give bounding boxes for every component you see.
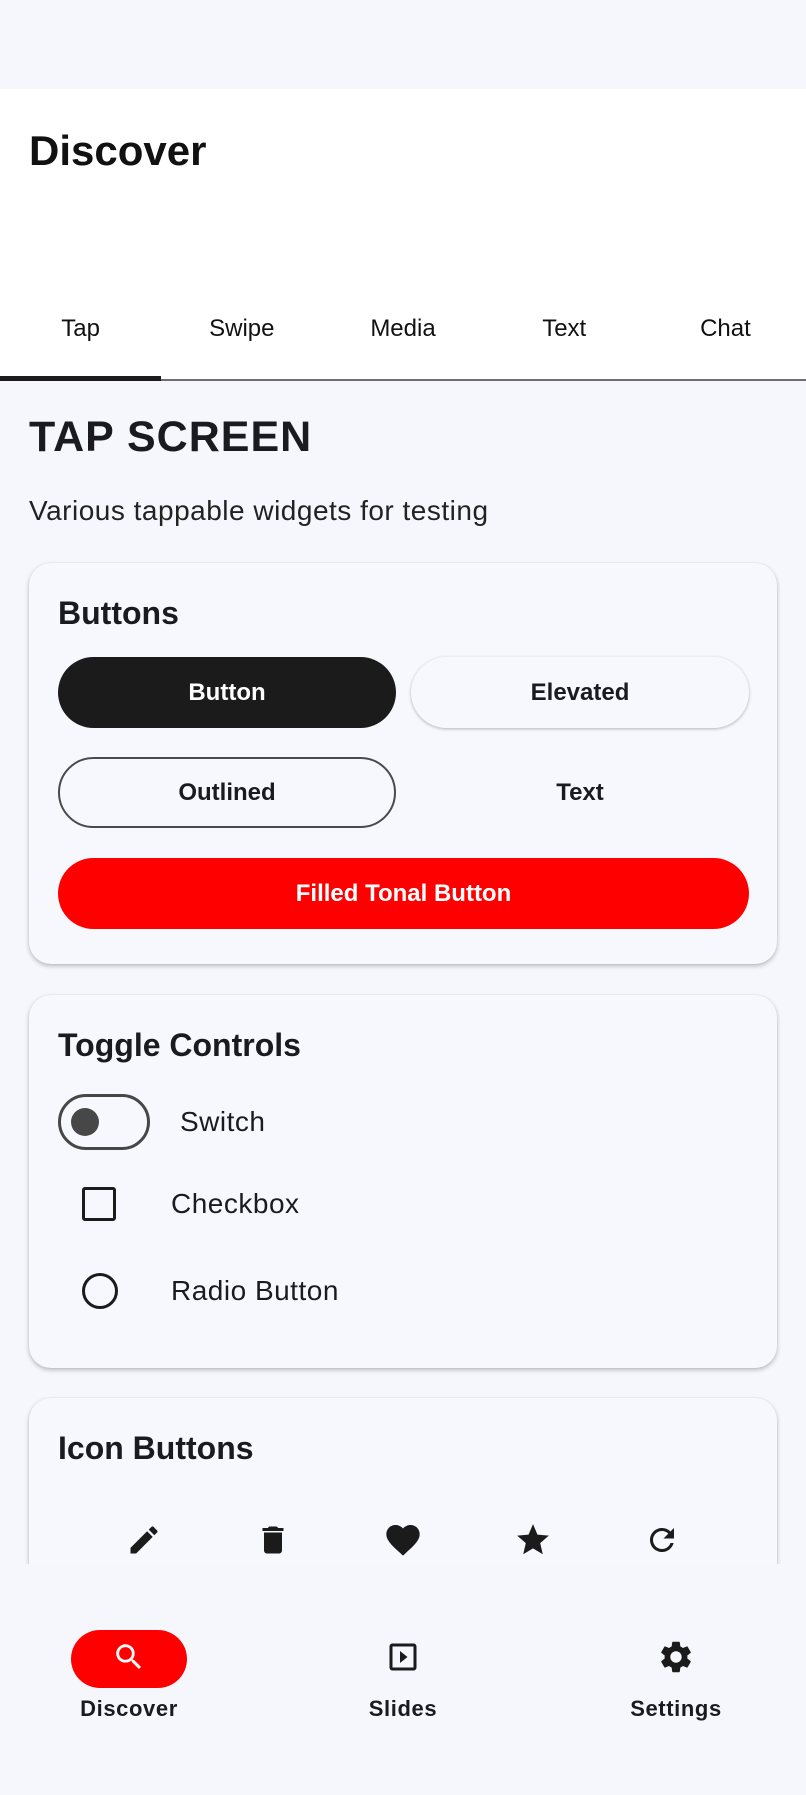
edit-icon[interactable] xyxy=(114,1510,174,1564)
tab-media[interactable]: Media xyxy=(322,289,483,379)
radio-label: Radio Button xyxy=(171,1275,339,1306)
checkbox-label: Checkbox xyxy=(171,1188,300,1219)
slideshow-icon xyxy=(385,1639,421,1680)
app-bar xyxy=(0,89,806,289)
nav-pill-settings xyxy=(618,1630,734,1688)
toggle-controls-card: Toggle Controls Switch Checkbox Radio Bu… xyxy=(29,995,777,1368)
page-title: Discover xyxy=(29,127,207,174)
search-icon xyxy=(112,1640,146,1679)
nav-item-discover[interactable]: Discover xyxy=(29,1630,229,1722)
nav-item-slides[interactable]: Slides xyxy=(303,1630,503,1722)
icon-card-title: Icon Buttons xyxy=(58,1430,254,1466)
buttons-card-title: Buttons xyxy=(58,595,179,631)
nav-label-discover: Discover xyxy=(80,1696,178,1721)
switch-thumb xyxy=(71,1108,99,1136)
outlined-button[interactable]: Outlined xyxy=(58,757,396,828)
status-bar xyxy=(0,0,806,89)
tab-swipe[interactable]: Swipe xyxy=(161,289,322,379)
nav-pill-slides xyxy=(345,1630,461,1688)
refresh-icon[interactable] xyxy=(632,1510,692,1564)
radio-row[interactable]: Radio Button xyxy=(82,1273,339,1309)
delete-icon[interactable] xyxy=(243,1510,303,1564)
bottom-navigation: Discover Slides Settings xyxy=(0,1564,806,1795)
favorite-icon[interactable] xyxy=(373,1510,433,1564)
filled-button[interactable]: Button xyxy=(58,657,396,728)
radio-button[interactable] xyxy=(82,1273,118,1309)
nav-label-slides: Slides xyxy=(368,1696,438,1721)
gear-icon xyxy=(657,1638,695,1681)
elevated-button[interactable]: Elevated xyxy=(411,657,749,728)
tab-chat[interactable]: Chat xyxy=(645,289,806,379)
switch-row[interactable]: Switch xyxy=(58,1094,265,1150)
screen-title: TAP SCREEN xyxy=(29,413,313,461)
nav-item-settings[interactable]: Settings xyxy=(576,1630,776,1722)
switch-label: Switch xyxy=(180,1106,266,1137)
nav-label-settings: Settings xyxy=(630,1696,722,1721)
filled-tonal-button[interactable]: Filled Tonal Button xyxy=(58,858,749,929)
switch-toggle[interactable] xyxy=(58,1094,150,1150)
screen-subtitle: Various tappable widgets for testing xyxy=(29,495,489,526)
tab-text[interactable]: Text xyxy=(484,289,645,379)
checkbox-row[interactable]: Checkbox xyxy=(82,1187,300,1221)
tab-bar: Tap Swipe Media Text Chat xyxy=(0,289,806,381)
toggle-card-title: Toggle Controls xyxy=(58,1027,301,1063)
scroll-content[interactable]: TAP SCREEN Various tappable widgets for … xyxy=(0,383,806,1564)
star-icon[interactable] xyxy=(503,1510,563,1564)
text-button[interactable]: Text xyxy=(411,757,749,828)
checkbox[interactable] xyxy=(82,1187,116,1221)
nav-pill-discover xyxy=(71,1630,187,1688)
tab-tap[interactable]: Tap xyxy=(0,289,162,381)
icon-buttons-card: Icon Buttons xyxy=(29,1398,777,1564)
buttons-card: Buttons Button Elevated Outlined Text Fi… xyxy=(29,563,777,964)
